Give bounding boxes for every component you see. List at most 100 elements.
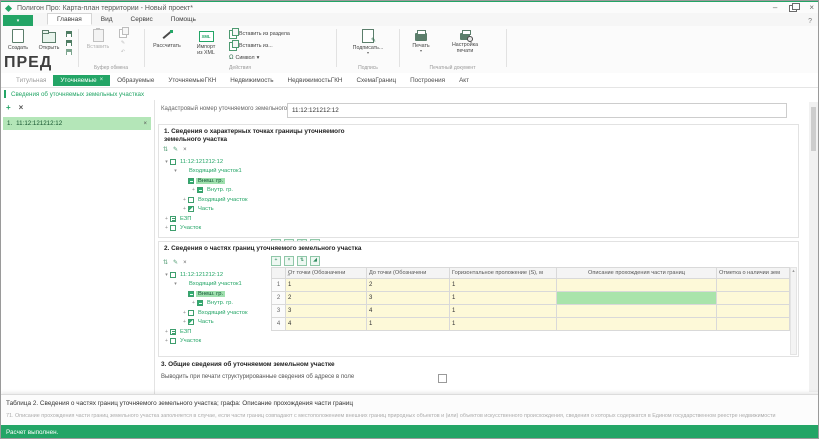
table-cell[interactable]	[717, 318, 790, 331]
tree-checkbox-filled[interactable]	[188, 178, 194, 184]
ribbon-tab-Вид[interactable]: Вид	[92, 14, 122, 24]
tree-checkbox-filled[interactable]	[197, 187, 203, 193]
expand-table-icon[interactable]: ◢	[310, 256, 320, 266]
tree-sort-icon[interactable]: ⇅	[163, 147, 168, 154]
expand-open-icon[interactable]: ▾	[163, 272, 170, 278]
row-number-cell[interactable]: 4	[272, 318, 286, 331]
column-header[interactable]: До точки (Обозначени	[367, 268, 450, 279]
remove-parcel-icon[interactable]: ×	[143, 121, 147, 127]
main-scrollbar[interactable]	[809, 102, 818, 392]
minimize-button[interactable]: –	[773, 3, 777, 13]
paste-from-button[interactable]: Вставить из...	[229, 41, 273, 51]
tree-item-Внеш. гр.[interactable]: Внеш. гр.	[161, 289, 269, 299]
doc-tab-Образуемые[interactable]: Образуемые	[110, 75, 161, 86]
tree-checkbox-lines[interactable]	[170, 329, 176, 335]
tree-item-Входящий участок1[interactable]: ▾Входящий участок1	[161, 167, 269, 177]
table-cell[interactable]: 1	[450, 292, 557, 305]
column-header[interactable]: Описание прохождения части границ	[557, 268, 717, 279]
scroll-up-icon[interactable]: ▲	[791, 268, 796, 274]
tree-item-Внеш. гр.[interactable]: Внеш. гр.	[161, 176, 269, 186]
table-cell[interactable]	[717, 305, 790, 318]
expand-plus-icon[interactable]: +	[163, 225, 170, 231]
expand-plus-icon[interactable]: +	[163, 338, 170, 344]
expand-plus-icon[interactable]: +	[181, 206, 188, 212]
ribbon-tab-Главная[interactable]: Главная	[47, 13, 92, 25]
delete-parcel-button[interactable]: ×	[19, 104, 24, 112]
table-cell[interactable]: 1	[367, 318, 450, 331]
column-header[interactable]: ◢От точки (Обозначени	[286, 268, 367, 279]
table-cell[interactable]: 4	[367, 305, 450, 318]
tree-checkbox-half[interactable]	[188, 319, 194, 325]
restore-button[interactable]	[789, 5, 797, 12]
table-cell[interactable]	[717, 292, 790, 305]
tree-item-Внутр. гр.[interactable]: +Внутр. гр.	[161, 186, 269, 196]
sign-button[interactable]: Подписать... ▾	[350, 29, 386, 63]
expand-plus-icon[interactable]: +	[190, 300, 197, 306]
table2-scrollbar[interactable]: ▲	[790, 267, 797, 355]
app-menu-button[interactable]: ▾	[3, 15, 33, 26]
tree-checkbox-half[interactable]	[188, 206, 194, 212]
tree-checkbox-lines[interactable]	[170, 216, 176, 222]
expand-plus-icon[interactable]: +	[181, 319, 188, 325]
copy-button[interactable]	[119, 30, 127, 37]
column-header[interactable]: Отметка о наличии зем	[717, 268, 790, 279]
paste-button[interactable]: Вставить	[82, 29, 114, 63]
table-cell[interactable]	[557, 318, 717, 331]
doc-tab-Построения[interactable]: Построения	[403, 75, 452, 86]
expand-plus-icon[interactable]: +	[190, 187, 197, 193]
doc-tab-УточняемыеГКН[interactable]: УточняемыеГКН	[161, 75, 223, 86]
table-cell[interactable]: 1	[286, 279, 367, 292]
tree-item-Внутр. гр.[interactable]: +Внутр. гр.	[161, 299, 269, 309]
column-header[interactable]: Горизонтальное проложение (S), м	[450, 268, 557, 279]
tree-item-11:12:121212:12[interactable]: ▾11:12:121212:12	[161, 270, 269, 280]
doc-tab-Недвижимость[interactable]: Недвижимость	[223, 75, 280, 86]
delete-row-icon[interactable]: ×	[284, 256, 294, 266]
tree-item-Входящий участок[interactable]: +Входящий участок	[161, 308, 269, 318]
expand-plus-icon[interactable]: +	[181, 310, 188, 316]
table-cell[interactable]: 4	[286, 318, 367, 331]
doc-tab-СхемаГраниц[interactable]: СхемаГраниц	[349, 75, 403, 86]
expand-plus-icon[interactable]: +	[181, 197, 188, 203]
tree-sort-icon[interactable]: ⇅	[163, 260, 168, 267]
tree-checkbox-filled[interactable]	[188, 291, 194, 297]
tree-checkbox-empty[interactable]	[170, 272, 176, 278]
parcel-list-item[interactable]: 1.11:12:121212:12×	[3, 117, 151, 130]
expand-open-icon[interactable]: ▾	[172, 168, 179, 174]
main-scroll-thumb[interactable]	[811, 107, 816, 151]
symbol-button[interactable]: Ω Символ ▾	[229, 53, 259, 63]
table-cell[interactable]: 1	[450, 305, 557, 318]
table-cell[interactable]: 2	[367, 279, 450, 292]
row-number-cell[interactable]: 2	[272, 292, 286, 305]
calculate-button[interactable]: Рассчитать	[149, 29, 185, 63]
table-cell[interactable]	[557, 279, 717, 292]
table-cell[interactable]: 2	[286, 292, 367, 305]
tree-edit-icon[interactable]: ✎	[173, 147, 178, 154]
help-button[interactable]: ?	[808, 18, 812, 25]
row-number-cell[interactable]: 3	[272, 305, 286, 318]
expand-plus-icon[interactable]: +	[163, 216, 170, 222]
tree-checkbox-empty[interactable]	[188, 197, 194, 203]
paste-from-section-button[interactable]: Вставить из раздела	[229, 29, 290, 39]
doc-tab-НедвижимостьГКН[interactable]: НедвижимостьГКН	[281, 75, 350, 86]
close-project-button[interactable]	[65, 48, 73, 55]
undo-button[interactable]: ↶	[119, 48, 127, 55]
tree-item-Входящий участок[interactable]: +Входящий участок	[161, 195, 269, 205]
tree-item-Часть[interactable]: +Часть	[161, 318, 269, 328]
doc-tab-Уточняемые[interactable]: Уточняемые×	[53, 75, 110, 86]
tree-delete-icon[interactable]: ×	[183, 147, 187, 154]
doc-tab-Акт[interactable]: Акт	[452, 75, 476, 86]
cadastral-number-input[interactable]: 11:12:121212:12	[287, 103, 787, 118]
tree-checkbox-empty[interactable]	[170, 338, 176, 344]
move-row-icon[interactable]: ⇅	[297, 256, 307, 266]
expand-open-icon[interactable]: ▾	[163, 159, 170, 165]
tree-item-Входящий участок1[interactable]: ▾Входящий участок1	[161, 280, 269, 290]
tree-item-Участок[interactable]: +Участок	[161, 337, 269, 347]
address-print-checkbox[interactable]	[438, 374, 447, 383]
table-cell[interactable]: 3	[367, 292, 450, 305]
tree-item-ЕЗП[interactable]: +ЕЗП	[161, 327, 269, 337]
tree-checkbox-empty[interactable]	[188, 310, 194, 316]
table-cell[interactable]	[557, 305, 717, 318]
print-setup-button[interactable]: Настройка печати	[444, 29, 486, 63]
tree-checkbox-empty[interactable]	[170, 225, 176, 231]
print-button[interactable]: Печать ▾	[406, 29, 436, 63]
